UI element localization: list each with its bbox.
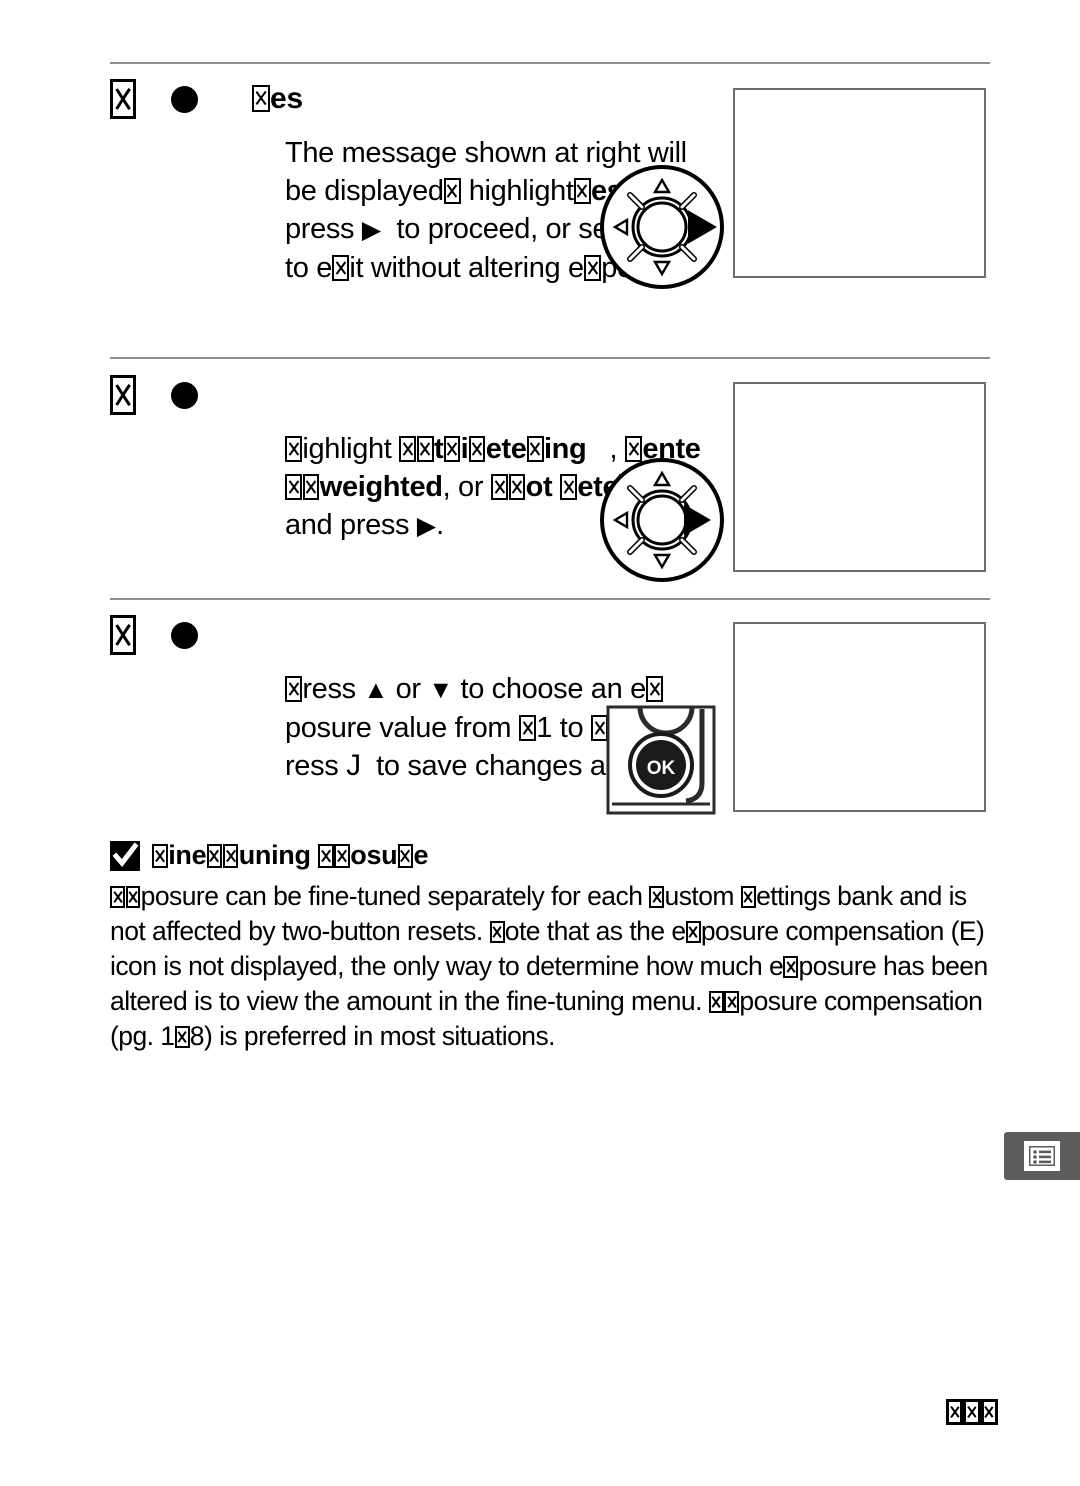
- ok-key-glyph: J: [346, 749, 361, 782]
- missing-glyph-box: [285, 436, 303, 462]
- missing-glyph-box: [560, 474, 578, 500]
- missing-glyph-box: [125, 885, 141, 909]
- missing-glyph-box: [174, 1025, 190, 1049]
- missing-glyph-box: [222, 843, 239, 868]
- step-2-number: [110, 375, 144, 415]
- missing-glyph-box: [646, 676, 663, 702]
- missing-glyph-box: [110, 375, 137, 415]
- step-1-title: es: [252, 82, 303, 116]
- arrow-up-icon: ▲: [363, 676, 388, 704]
- missing-glyph-box: [508, 474, 526, 500]
- bullet-icon: [171, 381, 198, 409]
- missing-glyph-box: [573, 178, 591, 204]
- missing-glyph-box: [685, 920, 701, 944]
- screen-placeholder-2: [733, 382, 986, 572]
- section-divider-3: [110, 598, 990, 600]
- bullet-icon: [171, 621, 198, 649]
- missing-glyph-box: [724, 990, 740, 1014]
- page-number: [945, 1396, 998, 1428]
- note-heading: ine uning osu e: [110, 840, 1000, 871]
- arrow-right-icon: ▶: [416, 512, 437, 540]
- arrow-down-icon: ▼: [428, 676, 453, 704]
- screen-placeholder-3: [733, 622, 986, 812]
- missing-glyph-box: [468, 436, 486, 462]
- missing-glyph-box: [285, 474, 303, 500]
- missing-glyph-box: [783, 955, 799, 979]
- section-divider-2: [110, 357, 990, 359]
- missing-glyph-box: [945, 1398, 964, 1425]
- missing-glyph-box: [110, 615, 137, 655]
- missing-glyph-box: [443, 436, 461, 462]
- missing-glyph-box: [443, 178, 461, 204]
- missing-glyph-box: [526, 436, 544, 462]
- multi-selector-dial-illustration-2: [597, 455, 727, 590]
- missing-glyph-box: [980, 1398, 998, 1425]
- missing-glyph-box: [963, 1398, 981, 1425]
- missing-glyph-box: [709, 990, 724, 1014]
- missing-glyph-box: [252, 84, 270, 112]
- check-square-icon: [110, 840, 140, 871]
- missing-glyph-box: [519, 715, 536, 741]
- missing-glyph-box: [397, 843, 414, 868]
- missing-glyph-box: [110, 79, 137, 119]
- note-section: ine uning osu e posure can be fine-tuned s…: [110, 840, 1000, 1054]
- missing-glyph-box: [741, 885, 756, 909]
- missing-glyph-box: [302, 474, 320, 500]
- missing-glyph-box: [399, 436, 417, 462]
- manual-page: es The message shown at right will be di…: [0, 0, 1080, 1486]
- missing-glyph-box: [285, 676, 303, 702]
- step-3-number: [110, 615, 144, 655]
- section-divider-1: [110, 62, 990, 64]
- side-tab-marker[interactable]: [1004, 1132, 1080, 1180]
- missing-glyph-box: [318, 843, 334, 868]
- bullet-icon: [171, 85, 198, 113]
- missing-glyph-box: [110, 885, 126, 909]
- missing-glyph-box: [152, 843, 168, 868]
- missing-glyph-box: [334, 843, 350, 868]
- svg-text:OK: OK: [647, 758, 676, 779]
- missing-glyph-box: [332, 255, 350, 281]
- menu-list-icon: [1024, 1141, 1060, 1171]
- missing-glyph-box: [416, 436, 434, 462]
- screen-placeholder-1: [733, 88, 986, 278]
- note-body: posure can be fine-tuned separately for …: [110, 881, 988, 1051]
- note-heading-text: ine uning osu e: [152, 840, 429, 871]
- missing-glyph-box: [649, 885, 665, 909]
- missing-glyph-box: [489, 920, 505, 944]
- ok-button-illustration: OK: [606, 705, 716, 820]
- step-1-number: [110, 79, 144, 119]
- missing-glyph-box: [491, 474, 508, 500]
- arrow-right-icon: ▶: [361, 216, 382, 244]
- missing-glyph-box: [206, 843, 223, 868]
- multi-selector-dial-illustration-1: [597, 162, 727, 297]
